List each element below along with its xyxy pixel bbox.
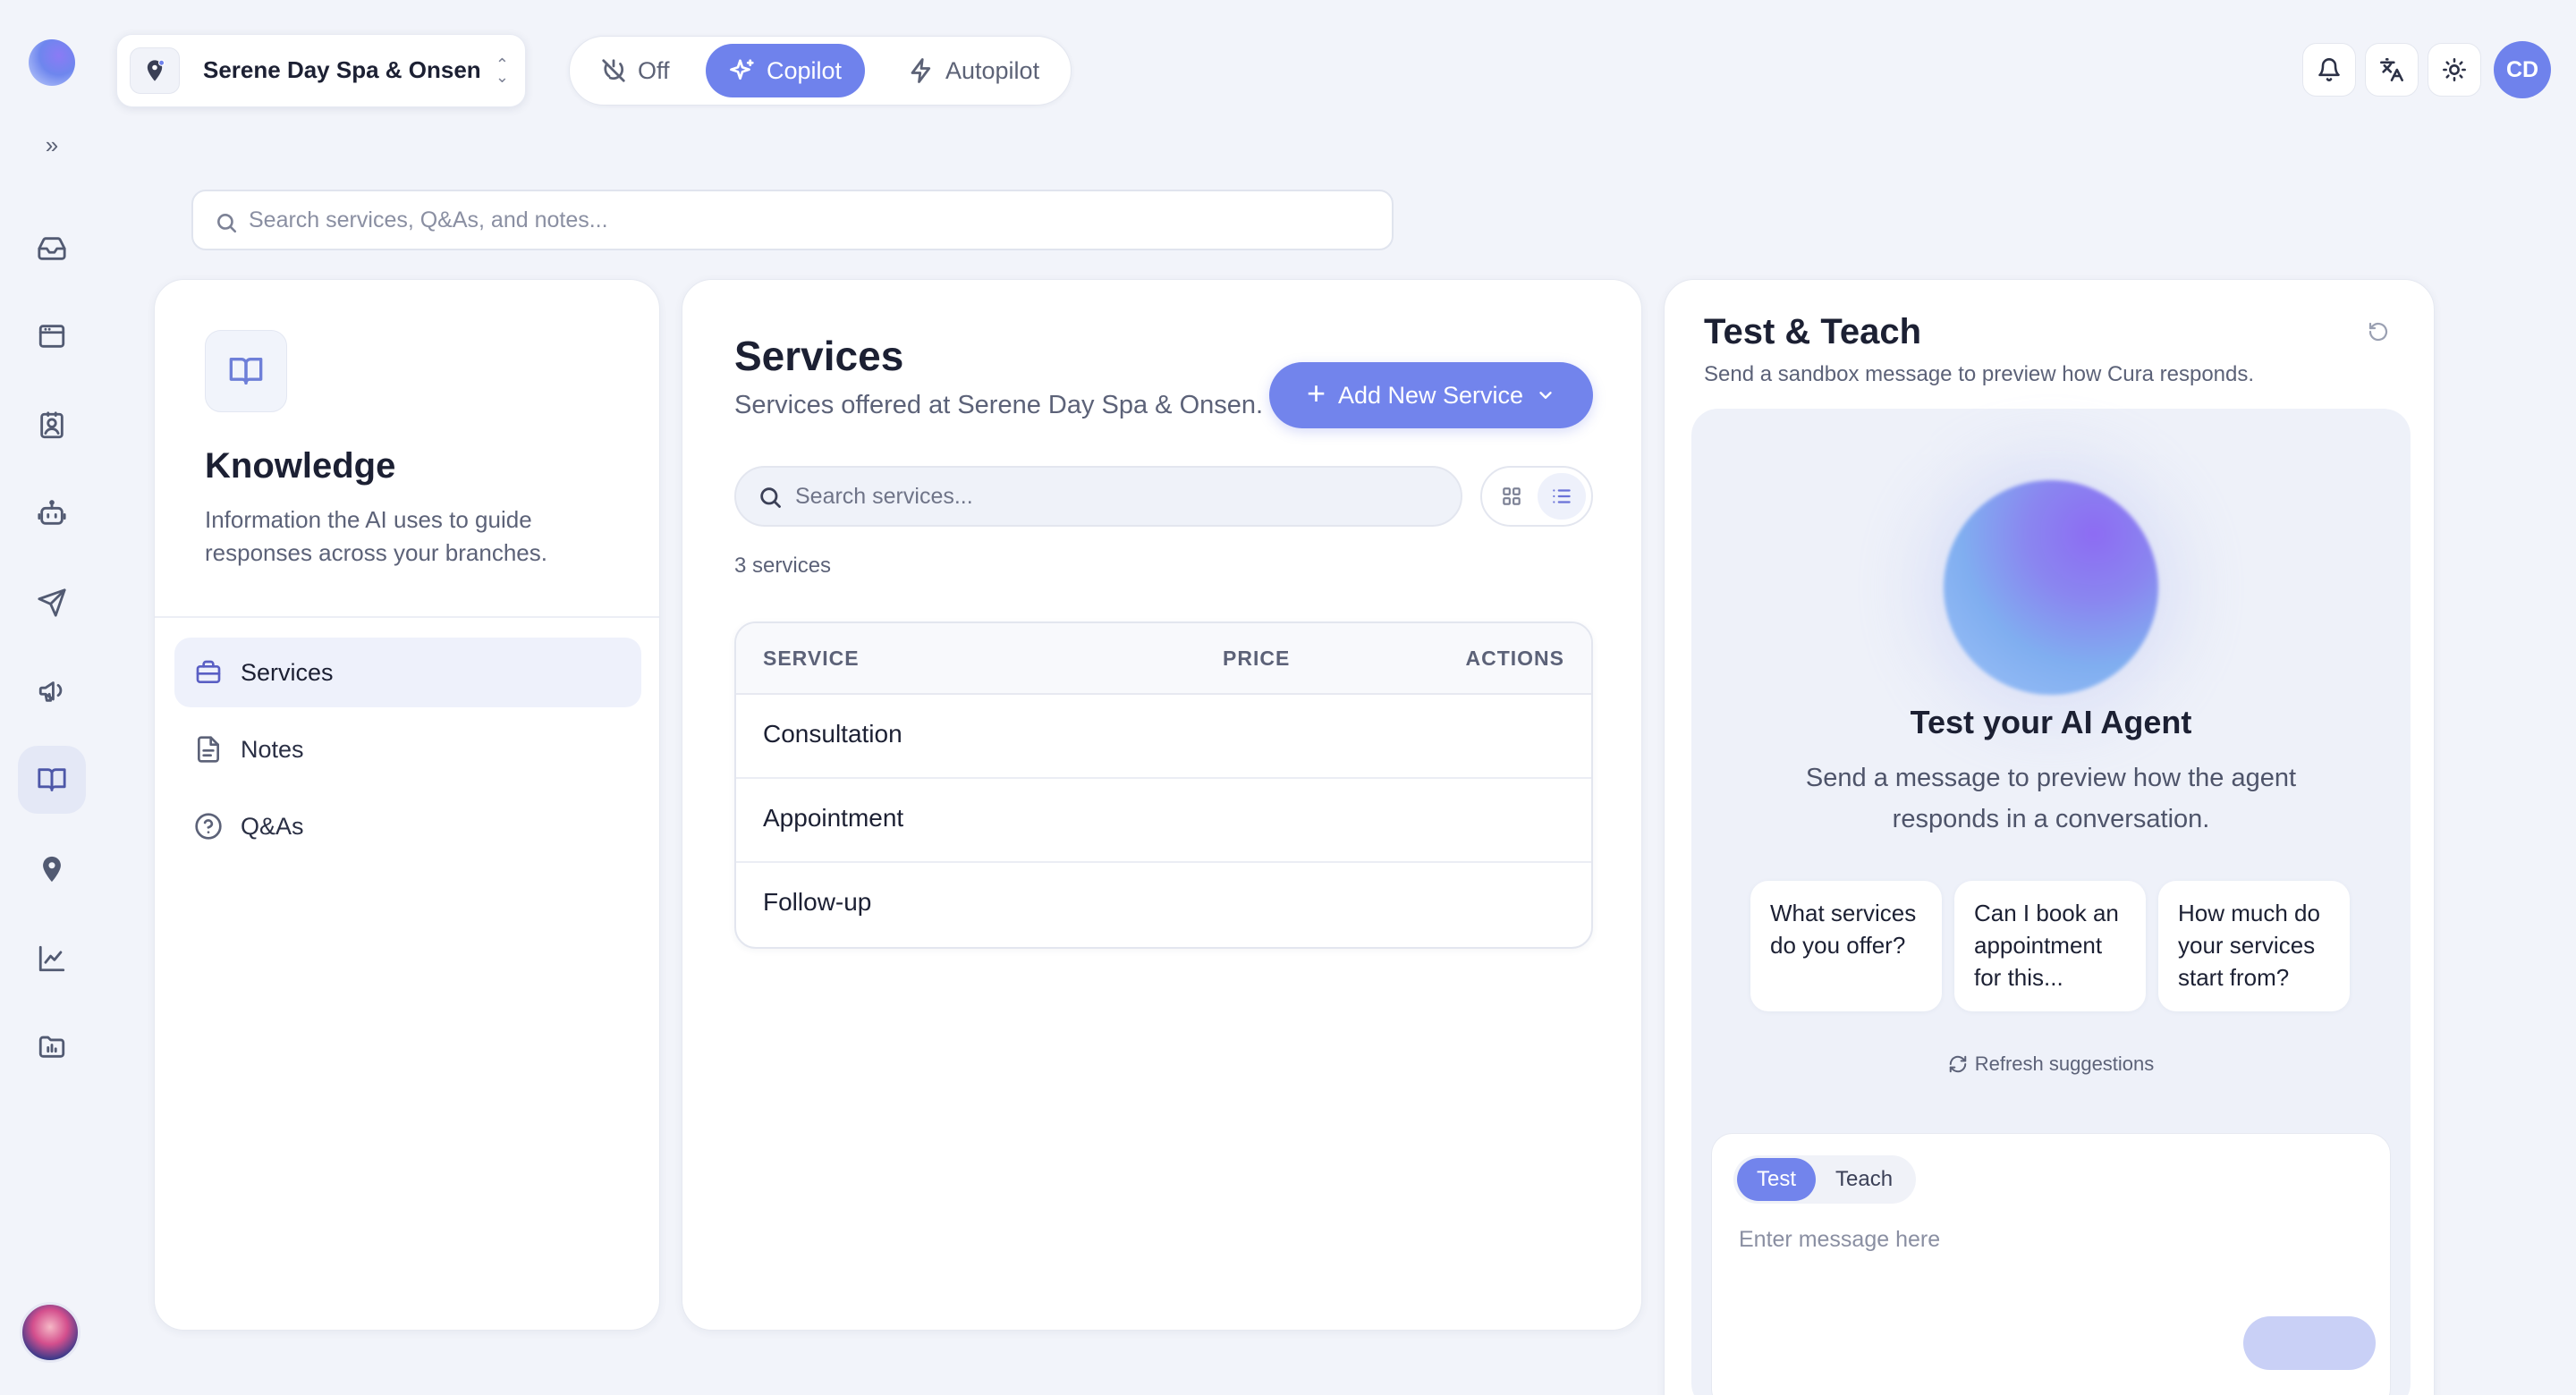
test-agent-heading: Test your AI Agent xyxy=(1910,704,2192,740)
nav-window-icon[interactable] xyxy=(18,302,86,370)
knowledge-title: Knowledge xyxy=(205,446,396,486)
notifications-button[interactable] xyxy=(2302,43,2356,97)
nav-location-icon[interactable] xyxy=(18,835,86,903)
expand-sidebar-icon[interactable]: » xyxy=(36,129,68,161)
book-icon xyxy=(205,330,287,412)
services-subtitle: Services offered at Serene Day Spa & Ons… xyxy=(734,391,1264,419)
refresh-icon xyxy=(1949,1055,1966,1073)
tab-test[interactable]: Test xyxy=(1737,1158,1817,1201)
mode-off-label: Off xyxy=(638,56,670,84)
add-new-service-button[interactable]: + Add New Service xyxy=(1269,362,1593,428)
services-title: Services xyxy=(734,333,904,379)
sparkle-icon xyxy=(730,59,754,80)
column-header-price: PRICE xyxy=(1223,647,1291,670)
send-button[interactable] xyxy=(2243,1316,2376,1370)
help-circle-icon xyxy=(195,813,222,840)
nav-bot-icon[interactable] xyxy=(18,479,86,547)
branch-location-icon xyxy=(130,47,180,94)
sun-icon xyxy=(2443,58,2466,81)
column-header-actions: ACTIONS xyxy=(1465,647,1564,670)
mode-autopilot-label: Autopilot xyxy=(945,56,1040,84)
test-teach-panel: Test & Teach Send a sandbox message to p… xyxy=(1664,279,2435,1395)
plus-icon: + xyxy=(1306,375,1326,411)
list-icon xyxy=(1553,489,1571,503)
nav-inbox-icon[interactable] xyxy=(18,215,86,283)
services-search xyxy=(734,466,1462,527)
add-new-service-label: Add New Service xyxy=(1337,381,1524,409)
knowledge-description: Information the AI uses to guide respons… xyxy=(205,506,547,566)
chevron-updown-icon: ⌃ ⌄ xyxy=(495,55,509,86)
message-composer: Test Teach xyxy=(1711,1133,2391,1395)
services-search-input[interactable] xyxy=(795,468,1448,525)
grid-view-button[interactable] xyxy=(1487,473,1536,520)
service-name: Consultation xyxy=(763,720,902,748)
sandbox-area: Test your AI Agent Send a message to pre… xyxy=(1691,409,2411,1395)
test-teach-toggle: Test Teach xyxy=(1733,1155,1917,1204)
chevron-down-icon xyxy=(1539,392,1552,399)
services-table: SERVICE PRICE ACTIONS Consultation Appoi… xyxy=(734,621,1593,949)
service-name: Follow-up xyxy=(763,888,872,916)
mode-copilot-label: Copilot xyxy=(767,56,843,84)
test-teach-title: Test & Teach xyxy=(1704,312,1922,351)
table-row[interactable]: Follow-up xyxy=(736,863,1591,947)
knowledge-nav-notes[interactable]: Notes xyxy=(174,714,641,784)
services-count: 3 services xyxy=(734,554,832,578)
global-search-input[interactable] xyxy=(249,191,1376,249)
theme-toggle-button[interactable] xyxy=(2428,43,2481,97)
knowledge-nav-label: Notes xyxy=(241,735,304,763)
off-icon xyxy=(602,59,625,82)
branch-selector[interactable]: Serene Day Spa & Onsen ⌃ ⌄ xyxy=(116,34,526,107)
knowledge-panel: Knowledge Information the AI uses to gui… xyxy=(154,279,660,1331)
knowledge-nav-label: Services xyxy=(241,658,334,686)
divider xyxy=(155,616,659,618)
ai-mode-toggle: Off Copilot Autopilot xyxy=(569,36,1072,106)
services-panel: Services Services offered at Serene Day … xyxy=(682,279,1642,1331)
knowledge-nav-qas[interactable]: Q&As xyxy=(174,791,641,861)
nav-megaphone-icon[interactable] xyxy=(18,656,86,724)
suggestion-chip[interactable]: How much do your services start from? xyxy=(2158,881,2350,1011)
global-search xyxy=(191,190,1394,250)
branch-name: Serene Day Spa & Onsen xyxy=(203,56,481,83)
tab-teach[interactable]: Teach xyxy=(1816,1158,1912,1201)
list-view-button[interactable] xyxy=(1538,473,1586,520)
column-header-service: SERVICE xyxy=(763,647,860,670)
table-header: SERVICE PRICE ACTIONS xyxy=(736,623,1591,695)
briefcase-icon xyxy=(196,660,221,683)
knowledge-nav-label: Q&As xyxy=(241,812,304,840)
table-row[interactable]: Appointment xyxy=(736,779,1591,863)
mode-copilot-button[interactable]: Copilot xyxy=(706,44,866,97)
message-input[interactable] xyxy=(1739,1227,2365,1298)
ai-agent-orb xyxy=(1944,480,2158,695)
bolt-icon xyxy=(911,58,931,83)
bell-icon xyxy=(2318,58,2340,81)
nav-send-icon[interactable] xyxy=(18,569,86,637)
nav-contacts-icon[interactable] xyxy=(18,392,86,460)
search-icon xyxy=(217,214,237,233)
app-logo[interactable] xyxy=(29,39,75,86)
grid-icon xyxy=(1503,487,1521,505)
translate-icon xyxy=(2380,58,2403,81)
nav-reports-icon[interactable] xyxy=(18,1012,86,1080)
suggestion-chip[interactable]: Can I book an appointment for this... xyxy=(1954,881,2146,1011)
nav-knowledge-icon[interactable] xyxy=(18,746,86,814)
reset-icon[interactable] xyxy=(2364,317,2393,346)
refresh-suggestions-label: Refresh suggestions xyxy=(1974,1053,2155,1075)
test-agent-description: Send a message to preview how the agent … xyxy=(1805,764,2297,833)
table-row[interactable]: Consultation xyxy=(736,695,1591,779)
mode-off-button[interactable]: Off xyxy=(577,44,693,97)
nav-analytics-icon[interactable] xyxy=(18,925,86,993)
profile-avatar[interactable] xyxy=(20,1302,80,1363)
knowledge-nav-services[interactable]: Services xyxy=(174,638,641,707)
suggestion-chip[interactable]: What services do you offer? xyxy=(1750,881,1942,1011)
refresh-suggestions-button[interactable]: Refresh suggestions xyxy=(1691,1053,2411,1076)
service-name: Appointment xyxy=(763,804,904,832)
language-button[interactable] xyxy=(2365,43,2419,97)
test-teach-subtitle: Send a sandbox message to preview how Cu… xyxy=(1704,362,2255,386)
mode-autopilot-button[interactable]: Autopilot xyxy=(885,44,1063,97)
view-toggle xyxy=(1480,466,1593,527)
user-avatar[interactable]: CD xyxy=(2494,41,2551,98)
search-icon xyxy=(760,487,781,508)
document-icon xyxy=(198,736,219,763)
